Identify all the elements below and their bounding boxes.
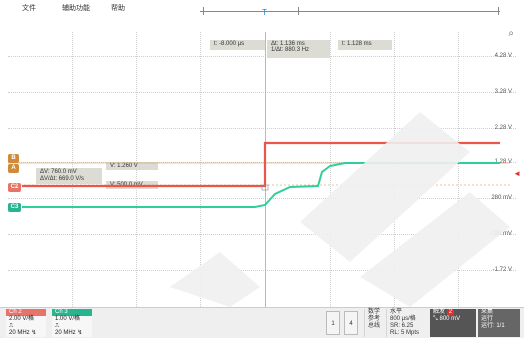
- math-ref-bus-panel[interactable]: 数学 参考 总线: [364, 309, 384, 337]
- timeline-overview[interactable]: [200, 11, 500, 12]
- horizontal-panel[interactable]: 水平 800 µs/格 SR: 6.25 RL: 5 Mpts: [386, 309, 428, 337]
- menu-file[interactable]: 文件: [22, 3, 36, 13]
- trigger-position-marker[interactable]: T: [262, 8, 267, 17]
- channel-1-button[interactable]: 1: [326, 311, 340, 335]
- timeline-left-bracket: [203, 7, 204, 15]
- menu-utility[interactable]: 辅助功能: [62, 3, 90, 13]
- acquisition-mode: 运行: [481, 316, 494, 322]
- math-button[interactable]: 数学: [368, 309, 384, 316]
- acquisition-count: 运行: 1/1: [481, 323, 505, 329]
- status-bar: Ch 2 2.00 V/格 ⎍ 20 MHz ↯ Ch 3 1.00 V/格 ⎍…: [0, 307, 524, 338]
- trigger-slope-icon: ⤡: [433, 316, 438, 322]
- horizontal-title: 水平: [390, 309, 403, 315]
- channel-4-button[interactable]: 4: [344, 311, 358, 335]
- menu-help[interactable]: 帮助: [111, 3, 125, 13]
- acquisition-title: 采集: [481, 309, 494, 315]
- ch3-settings-card[interactable]: Ch 3 1.00 V/格 ⎍ 20 MHz ↯: [52, 309, 92, 337]
- waveform-display[interactable]: t: -8.000 µs Δt: 1.136 ms 1/Δt: 880.3 Hz…: [0, 22, 524, 307]
- acquisition-panel[interactable]: 采集 运行 运行: 1/1: [478, 309, 520, 337]
- ch2-name: Ch 2: [6, 309, 46, 316]
- zoom-icon[interactable]: ⌕: [508, 28, 514, 39]
- ch3-bandwidth: 20 MHz ↯: [55, 330, 83, 336]
- ch2-scale: 2.00 V/格: [9, 316, 35, 322]
- trigger-title: 触发: [433, 309, 446, 315]
- ch3-scale: 1.00 V/格: [55, 316, 81, 322]
- timeline-right-bracket: [498, 7, 499, 15]
- ch2-coupling-icon: ⎍: [9, 323, 14, 329]
- timeline-tick: [298, 7, 299, 15]
- horizontal-scale: 800 µs/格: [390, 316, 416, 322]
- ch2-trace: [22, 141, 500, 188]
- bus-button[interactable]: 总线: [368, 323, 384, 330]
- trigger-panel[interactable]: 触发 2 ⤡ 800 mV: [430, 309, 476, 337]
- sample-rate: SR: 6.25: [390, 323, 414, 329]
- trigger-source-badge: 2: [446, 309, 455, 316]
- menu-bar: 文件 辅助功能 帮助 T: [0, 0, 524, 22]
- trigger-level: 800 mV: [439, 316, 461, 322]
- ch2-bandwidth: 20 MHz ↯: [9, 330, 37, 336]
- ch3-name: Ch 3: [52, 309, 92, 316]
- ch2-settings-card[interactable]: Ch 2 2.00 V/格 ⎍ 20 MHz ↯: [6, 309, 46, 337]
- ref-button[interactable]: 参考: [368, 316, 384, 323]
- ch3-coupling-icon: ⎍: [55, 323, 60, 329]
- waveform-traces: [8, 141, 510, 208]
- record-length: RL: 5 Mpts: [390, 330, 420, 336]
